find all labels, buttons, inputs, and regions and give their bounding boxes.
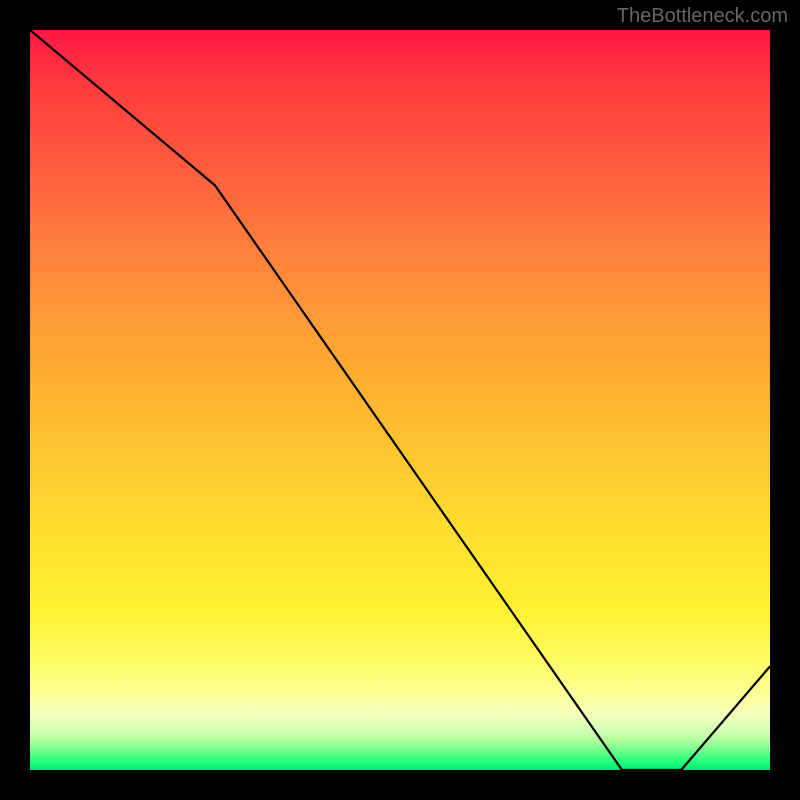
chart-plot-area [30, 30, 770, 770]
bottleneck-curve-path [30, 30, 770, 770]
chart-line-svg [30, 30, 770, 770]
watermark-text: TheBottleneck.com [617, 5, 788, 28]
